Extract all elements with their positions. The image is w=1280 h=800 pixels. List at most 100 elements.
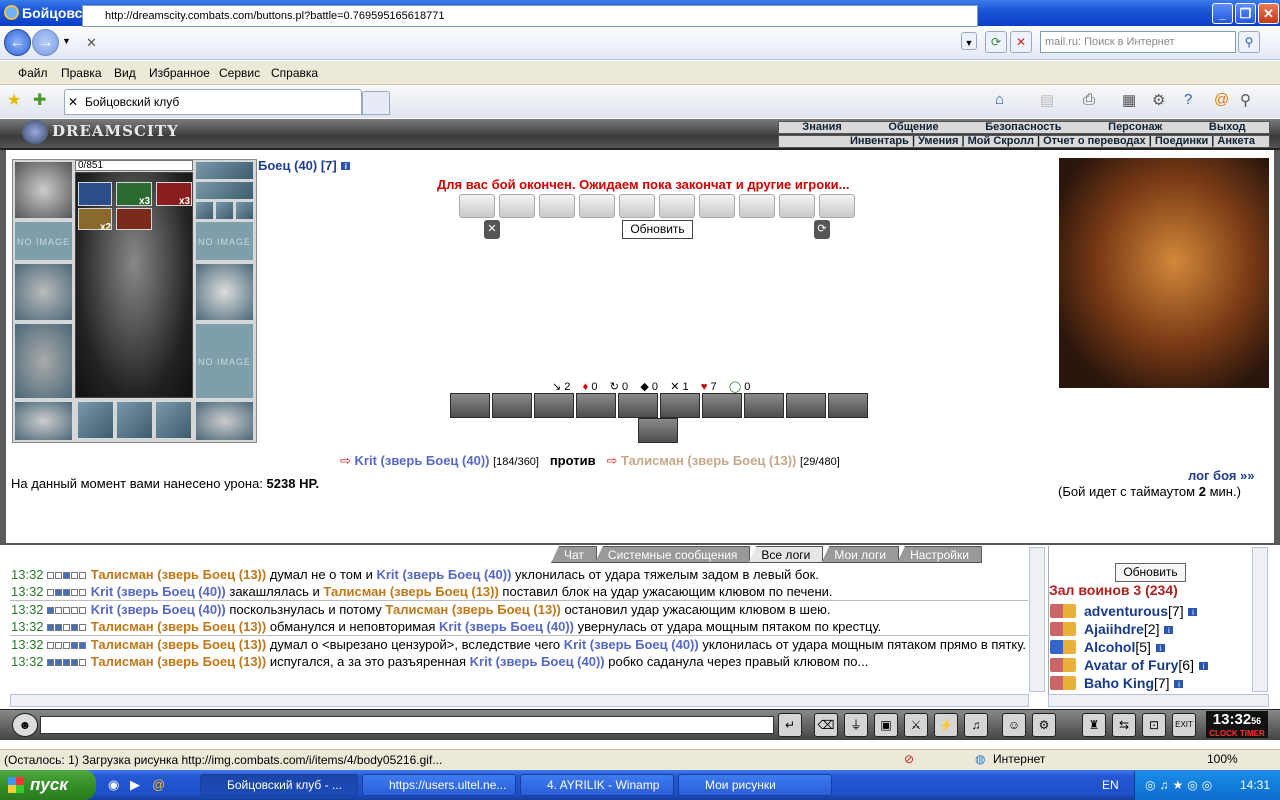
player-entry[interactable]: adventurous[7] i bbox=[1050, 603, 1199, 619]
ability-slot[interactable] bbox=[702, 393, 742, 418]
task-ie-game[interactable]: Бойцовский клуб - ... bbox=[200, 774, 358, 796]
refresh-room-button[interactable]: Обновить bbox=[1115, 563, 1186, 582]
ring-slot[interactable] bbox=[155, 401, 192, 439]
history-dropdown-icon[interactable]: ▼ bbox=[62, 36, 71, 46]
player-entry[interactable]: Baho King[7] i bbox=[1050, 675, 1185, 691]
chat-player-name[interactable]: Талисман (зверь Боец (13)) bbox=[91, 619, 266, 634]
menu-help[interactable]: Справка bbox=[271, 66, 318, 80]
tools-gear-icon[interactable]: ⚙ bbox=[1152, 91, 1165, 109]
tab-active[interactable]: Бойцовский клуб bbox=[64, 89, 362, 115]
task-my-pictures[interactable]: Мои рисунки bbox=[678, 774, 832, 796]
player-entry[interactable]: Avatar of Fury[6] i bbox=[1050, 657, 1209, 673]
ability-slot[interactable] bbox=[786, 393, 826, 418]
popup-blocked-icon[interactable]: ⊘ bbox=[904, 752, 914, 766]
tray-icons[interactable]: ◎♫★◎◎ bbox=[1135, 778, 1216, 792]
player-name[interactable]: Baho King bbox=[1084, 675, 1154, 691]
page-menu-icon[interactable]: ▦ bbox=[1122, 91, 1136, 109]
player-name[interactable]: Alcohol bbox=[1084, 639, 1135, 655]
tab-all-logs[interactable]: Все логи bbox=[748, 546, 824, 563]
scroll-slot[interactable] bbox=[659, 194, 695, 218]
menu-favorites[interactable]: Избранное bbox=[149, 66, 210, 80]
player-name[interactable]: Ajaiihdre bbox=[1084, 621, 1144, 637]
info-icon[interactable]: i bbox=[1163, 625, 1175, 635]
chat-player-name[interactable]: Krit (зверь Боец (40)) bbox=[564, 637, 699, 652]
scroll-slot[interactable] bbox=[499, 194, 535, 218]
chat-player-name[interactable]: Талисман (зверь Боец (13)) bbox=[91, 567, 266, 582]
fight-icon[interactable]: ⚔ bbox=[904, 713, 928, 737]
room-hscrollbar[interactable] bbox=[1048, 694, 1269, 707]
item-slot[interactable] bbox=[116, 208, 152, 230]
mail-icon[interactable]: @ bbox=[1214, 91, 1229, 108]
ability-slot[interactable] bbox=[744, 393, 784, 418]
ability-slot[interactable] bbox=[660, 393, 700, 418]
filter-icon[interactable]: ⏚ bbox=[844, 713, 868, 737]
chat-hscrollbar[interactable] bbox=[10, 694, 1029, 707]
ability-slot[interactable] bbox=[618, 393, 658, 418]
earring-slot[interactable] bbox=[195, 161, 254, 180]
quicklaunch-icon[interactable]: @ bbox=[152, 777, 165, 792]
fighter-name[interactable]: Боец (40) [7] i bbox=[258, 158, 352, 173]
music-icon[interactable]: ♫ bbox=[964, 713, 988, 737]
ring-slot[interactable] bbox=[116, 401, 153, 439]
player-entry[interactable]: Alcohol[5] i bbox=[1050, 639, 1166, 655]
print-icon[interactable]: ⎙ bbox=[1083, 91, 1095, 108]
shield-slot[interactable] bbox=[195, 263, 254, 321]
back-button[interactable]: ← bbox=[4, 29, 31, 56]
ability-slot[interactable] bbox=[492, 393, 532, 418]
chat-player-name[interactable]: Талисман (зверь Боец (13)) bbox=[91, 654, 266, 669]
task-winamp[interactable]: 4. AYRILIK - Winamp bbox=[520, 774, 674, 796]
task-ie-ultel[interactable]: https://users.ultel.ne... bbox=[362, 774, 516, 796]
chat-player-name[interactable]: Krit (зверь Боец (40)) bbox=[439, 619, 574, 634]
player-name[interactable]: adventurous bbox=[1084, 603, 1168, 619]
empty-slot[interactable]: NO IMAGE bbox=[195, 323, 254, 399]
quicklaunch-icon[interactable]: ◉ bbox=[108, 777, 119, 793]
feeds-icon[interactable]: ▤ bbox=[1040, 91, 1054, 109]
scroll-slot[interactable] bbox=[619, 194, 655, 218]
nav-communication[interactable]: Общение bbox=[888, 122, 938, 133]
crossed-swords-icon[interactable]: ✕ bbox=[484, 220, 500, 239]
menu-view[interactable]: Вид bbox=[114, 66, 136, 80]
scroll-slot[interactable] bbox=[779, 194, 815, 218]
nav-character[interactable]: Персонаж bbox=[1108, 122, 1162, 133]
duel-icon[interactable]: ⚡ bbox=[934, 713, 958, 737]
start-button[interactable]: пуск bbox=[0, 770, 96, 800]
info-icon[interactable]: i bbox=[340, 161, 352, 171]
settings-icon[interactable]: ⚙ bbox=[1032, 713, 1056, 737]
ability-slot[interactable] bbox=[450, 393, 490, 418]
chat-player-name[interactable]: Талисман (зверь Боец (13)) bbox=[91, 637, 266, 652]
chat-player-name[interactable]: Krit (зверь Боец (40)) bbox=[91, 584, 226, 599]
zoom-level[interactable]: 100% bbox=[1207, 752, 1238, 766]
game-nav-bottom[interactable]: Инвентарь | Умения | Мой Скролл | Отчет … bbox=[778, 135, 1270, 148]
chat-player-name[interactable]: Krit (зверь Боец (40)) bbox=[470, 654, 605, 669]
info-icon[interactable]: i bbox=[1187, 607, 1199, 617]
stop-icon[interactable]: ✕ bbox=[1010, 31, 1032, 53]
tab-chat[interactable]: Чат bbox=[551, 546, 597, 563]
ability-slot[interactable] bbox=[534, 393, 574, 418]
belt-slot[interactable] bbox=[14, 401, 73, 441]
menu-file[interactable]: Файл bbox=[18, 66, 48, 80]
battle-log-link[interactable]: лог боя »» bbox=[1188, 468, 1255, 483]
empty-slot[interactable]: NO IMAGE bbox=[14, 221, 73, 261]
player1-name[interactable]: Krit (зверь Боец (40)) bbox=[355, 453, 490, 468]
trade-icon[interactable]: ⇆ bbox=[1112, 713, 1136, 737]
chat-player-name[interactable]: Krit (зверь Боец (40)) bbox=[376, 567, 511, 582]
language-indicator[interactable]: EN bbox=[1102, 778, 1119, 792]
ring-slot[interactable] bbox=[195, 201, 214, 220]
tab-my-logs[interactable]: Мои логи bbox=[821, 546, 900, 563]
item-slot[interactable] bbox=[78, 182, 112, 206]
ring-slot[interactable] bbox=[215, 201, 234, 220]
lock-icon[interactable]: ⊡ bbox=[1142, 713, 1166, 737]
chat-scrollbar[interactable] bbox=[1029, 547, 1045, 692]
ability-slot[interactable] bbox=[828, 393, 868, 418]
scroll-slot[interactable] bbox=[459, 194, 495, 218]
inventory-icon[interactable]: ♜ bbox=[1082, 713, 1106, 737]
chat-mode-icon[interactable]: ☻ bbox=[12, 713, 38, 737]
ring-slot[interactable] bbox=[235, 201, 254, 220]
refresh-icon[interactable]: ⟳ bbox=[985, 31, 1007, 53]
clear-icon[interactable]: ⌫ bbox=[814, 713, 838, 737]
refresh-battle-button[interactable]: Обновить bbox=[622, 220, 693, 239]
save-icon[interactable]: ▣ bbox=[874, 713, 898, 737]
amulet-slot[interactable] bbox=[195, 181, 254, 200]
ability-slot[interactable] bbox=[638, 418, 678, 443]
address-bar[interactable]: http://dreamscity.combats.com/buttons.pl… bbox=[82, 5, 978, 27]
